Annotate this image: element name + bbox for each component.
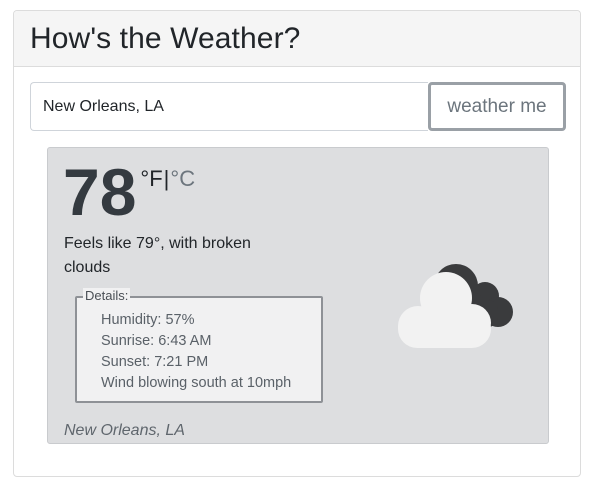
broken-clouds-icon — [398, 264, 513, 348]
unit-separator: | — [163, 166, 170, 191]
temperature-row: 78 °F | °C — [63, 154, 195, 230]
weather-me-button[interactable]: weather me — [428, 82, 566, 131]
search-form: weather me — [30, 82, 566, 131]
page-title: How's the Weather? — [30, 21, 301, 55]
sunrise-text: Sunrise: 6:43 AM — [101, 333, 212, 349]
details-legend: Details: — [83, 288, 131, 304]
location-input[interactable] — [30, 82, 428, 131]
weather-card: How's the Weather? weather me 78 °F | °C… — [13, 10, 581, 477]
celsius-toggle[interactable]: °C — [170, 166, 195, 192]
unit-toggle: °F | °C — [140, 166, 195, 192]
location-label: New Orleans, LA — [64, 422, 185, 439]
temperature-value: 78 — [63, 155, 137, 229]
feels-like-text: Feels like 79°, with broken clouds — [64, 235, 251, 276]
wind-text: Wind blowing south at 10mph — [101, 375, 292, 391]
sunset-text: Sunset: 7:21 PM — [101, 354, 209, 370]
card-header: How's the Weather? — [14, 11, 580, 67]
fahrenheit-toggle[interactable]: °F — [140, 166, 162, 192]
details-box: Details: Humidity: 57% Sunrise: 6:43 AM … — [75, 288, 323, 403]
weather-panel: 78 °F | °C Feels like 79°, with broken c… — [47, 147, 549, 444]
humidity-text: Humidity: 57% — [101, 312, 195, 328]
